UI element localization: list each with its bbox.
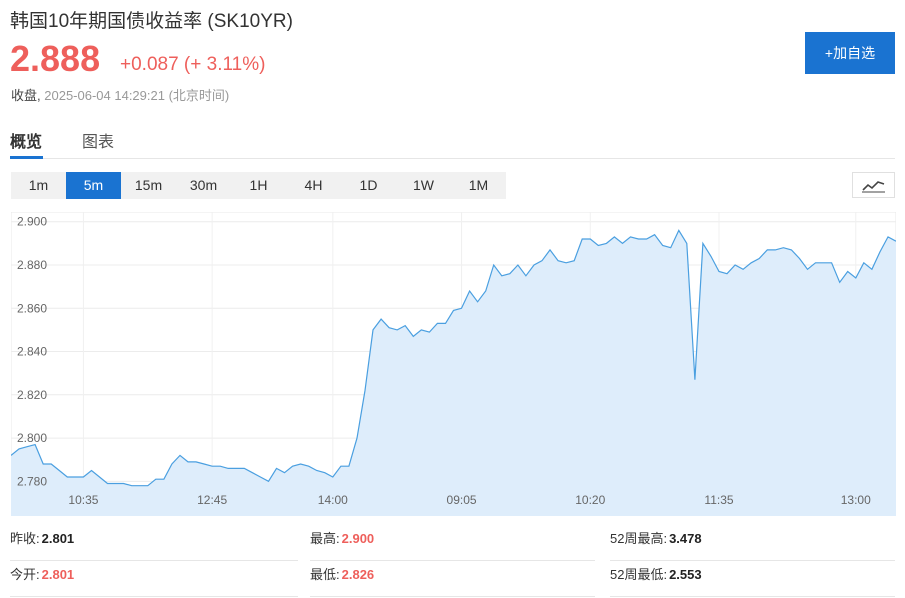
period-selector: 1m 5m 15m 30m 1H 4H 1D 1W 1M [11, 172, 506, 199]
period-1mo[interactable]: 1M [451, 172, 506, 199]
stat-label: 今开: [10, 567, 40, 582]
y-tick-label: 2.900 [17, 215, 47, 229]
tab-bar: 概览 图表 [10, 128, 895, 159]
stat-52w-high: 52周最高: 3.478 [610, 524, 895, 561]
x-tick-label: 11:35 [704, 493, 733, 507]
add-watchlist-button[interactable]: +加自选 [805, 32, 895, 74]
stat-value: 2.801 [41, 567, 75, 582]
period-15m[interactable]: 15m [121, 172, 176, 199]
y-tick-label: 2.860 [17, 301, 47, 315]
period-1w[interactable]: 1W [396, 172, 451, 199]
page-title: 韩国10年期国债收益率 (SK10YR) [10, 6, 293, 33]
stat-value: 3.478 [669, 531, 702, 546]
x-tick-label: 12:45 [197, 493, 227, 507]
price-chart: 2.900 2.880 2.860 2.840 2.820 2.800 2.780 10:35… [10, 211, 897, 517]
period-4h[interactable]: 4H [286, 172, 341, 199]
stat-label: 最高: [310, 531, 340, 546]
stat-value: 2.553 [669, 567, 702, 582]
period-30m[interactable]: 30m [176, 172, 231, 199]
price-change: +0.087 (+ 3.11%) [120, 54, 266, 75]
stat-52w-low: 52周最低: 2.553 [610, 560, 895, 597]
tab-overview[interactable]: 概览 [10, 128, 42, 152]
y-tick-label: 2.780 [17, 474, 47, 488]
stat-label: 52周最高: [610, 531, 668, 546]
y-tick-label: 2.800 [17, 431, 47, 445]
stat-value: 2.826 [341, 567, 375, 582]
x-tick-label: 10:35 [68, 493, 98, 507]
status-label: 收盘, [11, 88, 41, 103]
last-price: 2.888 [10, 38, 101, 79]
stat-prev-close: 昨收: 2.801 [10, 524, 298, 561]
stat-value: 2.900 [341, 531, 375, 546]
period-1d[interactable]: 1D [341, 172, 396, 199]
tab-chart[interactable]: 图表 [82, 128, 114, 152]
market-status: 收盘, 2025-06-04 14:29:21 (北京时间) [11, 85, 229, 104]
stat-label: 最低: [310, 567, 340, 582]
x-tick-label: 14:00 [318, 493, 348, 507]
stat-high: 最高: 2.900 [310, 524, 595, 561]
chart-svg: 2.900 2.880 2.860 2.840 2.820 2.800 2.780 10:35… [10, 211, 897, 517]
stat-low: 最低: 2.826 [310, 560, 595, 597]
x-tick-label: 10:20 [575, 493, 605, 507]
period-5m[interactable]: 5m [66, 172, 121, 199]
x-tick-label: 13:00 [841, 493, 871, 507]
stat-open: 今开: 2.801 [10, 560, 298, 597]
x-tick-label: 09:05 [447, 493, 477, 507]
instrument-symbol: (SK10YR) [207, 11, 293, 32]
period-1m[interactable]: 1m [11, 172, 66, 199]
stat-label: 52周最低: [610, 567, 668, 582]
y-tick-label: 2.840 [17, 345, 47, 359]
chart-type-toggle[interactable] [852, 172, 895, 198]
stat-value: 2.801 [41, 531, 75, 546]
y-tick-label: 2.820 [17, 388, 47, 402]
status-time: 2025-06-04 14:29:21 (北京时间) [44, 88, 230, 103]
period-1h[interactable]: 1H [231, 172, 286, 199]
instrument-name: 韩国10年期国债收益率 [10, 11, 203, 32]
active-tab-indicator [10, 156, 43, 159]
line-chart-icon [862, 181, 885, 193]
stat-label: 昨收: [10, 531, 40, 546]
y-tick-label: 2.880 [17, 258, 47, 272]
